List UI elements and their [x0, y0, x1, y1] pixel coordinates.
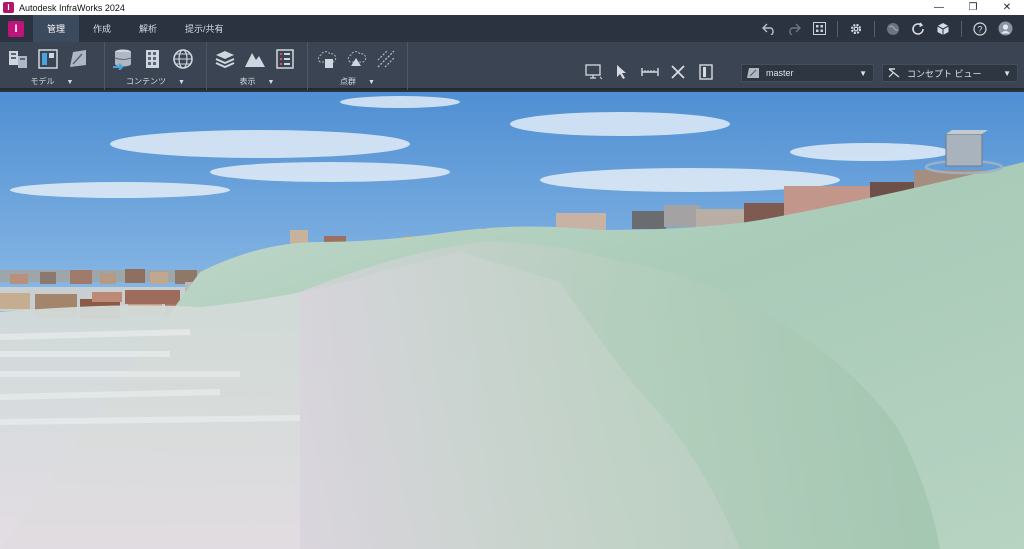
layers-icon[interactable] — [213, 47, 237, 71]
ribbon-group-display: 表示 ▼ — [207, 42, 308, 90]
panel-toggle-icon[interactable] — [696, 62, 716, 82]
tab-present-share[interactable]: 提示/共有 — [171, 15, 238, 42]
svg-text:?: ? — [977, 24, 982, 34]
ribbon-group-point-cloud: 点群 ▼ — [308, 42, 408, 90]
view-tools — [584, 62, 716, 82]
model-group-label: モデル — [30, 77, 55, 86]
window-title: Autodesk InfraWorks 2024 — [19, 2, 125, 13]
content-group-dropdown[interactable]: コンテンツ ▼ — [105, 76, 206, 87]
buildings-icon[interactable] — [141, 47, 165, 71]
point-cloud-import-icon[interactable] — [314, 47, 338, 71]
tab-create[interactable]: 作成 — [79, 15, 125, 42]
terrain-mountain-icon[interactable] — [243, 47, 267, 71]
data-sources-icon[interactable] — [111, 47, 135, 71]
globe-icon[interactable] — [882, 18, 904, 40]
visual-style-value: コンセプト ビュー — [907, 68, 982, 79]
proposal-value: master — [766, 68, 794, 78]
model-properties-icon[interactable] — [6, 47, 30, 71]
app-icon: I — [3, 2, 14, 13]
3d-viewport[interactable] — [0, 92, 1024, 549]
select-pointer-icon[interactable] — [612, 62, 632, 82]
scene-render[interactable] — [0, 92, 1024, 549]
caret-down-icon: ▼ — [368, 79, 375, 86]
toolbar-separator — [961, 20, 962, 37]
quick-access-toolbar: ? — [758, 15, 1016, 42]
style-rules-list-icon[interactable] — [273, 47, 297, 71]
chevron-down-icon: ▼ — [859, 68, 867, 78]
model-layout-icon[interactable] — [36, 47, 60, 71]
redo-icon[interactable] — [783, 18, 805, 40]
display-group-label: 表示 — [239, 77, 256, 86]
toolbar-separator — [837, 20, 838, 37]
user-avatar-icon[interactable] — [994, 18, 1016, 40]
ribbon-panel: モデル ▼ コンテンツ ▼ 表示 ▼ 点群 ▼ master ▼ コンセプト ビ… — [0, 42, 1024, 90]
point-cloud-terrain-icon[interactable] — [344, 47, 368, 71]
model-surface-icon[interactable] — [66, 47, 90, 71]
ribbon-group-model: モデル ▼ — [0, 42, 105, 90]
model-cube-icon[interactable] — [932, 18, 954, 40]
visual-style-dropdown[interactable]: コンセプト ビュー ▼ — [882, 64, 1018, 82]
settings-gear-icon[interactable] — [845, 18, 867, 40]
toolbar-separator — [874, 20, 875, 37]
point-cloud-group-dropdown[interactable]: 点群 ▼ — [308, 76, 407, 87]
application-menu-button[interactable]: I — [8, 20, 24, 37]
monitor-settings-icon[interactable] — [584, 62, 604, 82]
display-group-dropdown[interactable]: 表示 ▼ — [207, 76, 307, 87]
measure-ruler-icon[interactable] — [640, 62, 660, 82]
content-group-label: コンテンツ — [126, 77, 167, 86]
transform-tools-icon[interactable] — [668, 62, 688, 82]
restore-button[interactable]: ❐ — [956, 0, 990, 15]
tab-manage[interactable]: 管理 — [33, 15, 80, 42]
sync-icon[interactable] — [907, 18, 929, 40]
proposal-icon — [747, 68, 759, 78]
proposal-dropdown[interactable]: master ▼ — [741, 64, 874, 82]
title-bar: I Autodesk InfraWorks 2024 — ❐ ✕ — [0, 0, 1024, 15]
minimize-button[interactable]: — — [922, 0, 956, 15]
caret-down-icon: ▼ — [66, 79, 74, 86]
model-group-dropdown[interactable]: モデル ▼ — [0, 76, 104, 87]
chevron-down-icon: ▼ — [1003, 68, 1011, 78]
window-controls: — ❐ ✕ — [922, 0, 1024, 15]
model-explorer-icon[interactable] — [808, 18, 830, 40]
point-cloud-group-label: 点群 — [340, 77, 357, 86]
help-icon[interactable]: ? — [969, 18, 991, 40]
model-generator-globe-icon[interactable] — [171, 47, 195, 71]
ribbon-tab-bar: I 管理 作成 解析 提示/共有 ? — [0, 15, 1024, 42]
visual-style-icon — [888, 68, 900, 78]
caret-down-icon: ▼ — [267, 79, 275, 86]
caret-down-icon: ▼ — [178, 79, 185, 86]
undo-icon[interactable] — [758, 18, 780, 40]
tab-analyze[interactable]: 解析 — [125, 15, 171, 42]
ribbon-group-content: コンテンツ ▼ — [105, 42, 207, 90]
point-cloud-modeling-icon[interactable] — [374, 47, 398, 71]
close-button[interactable]: ✕ — [990, 0, 1024, 15]
